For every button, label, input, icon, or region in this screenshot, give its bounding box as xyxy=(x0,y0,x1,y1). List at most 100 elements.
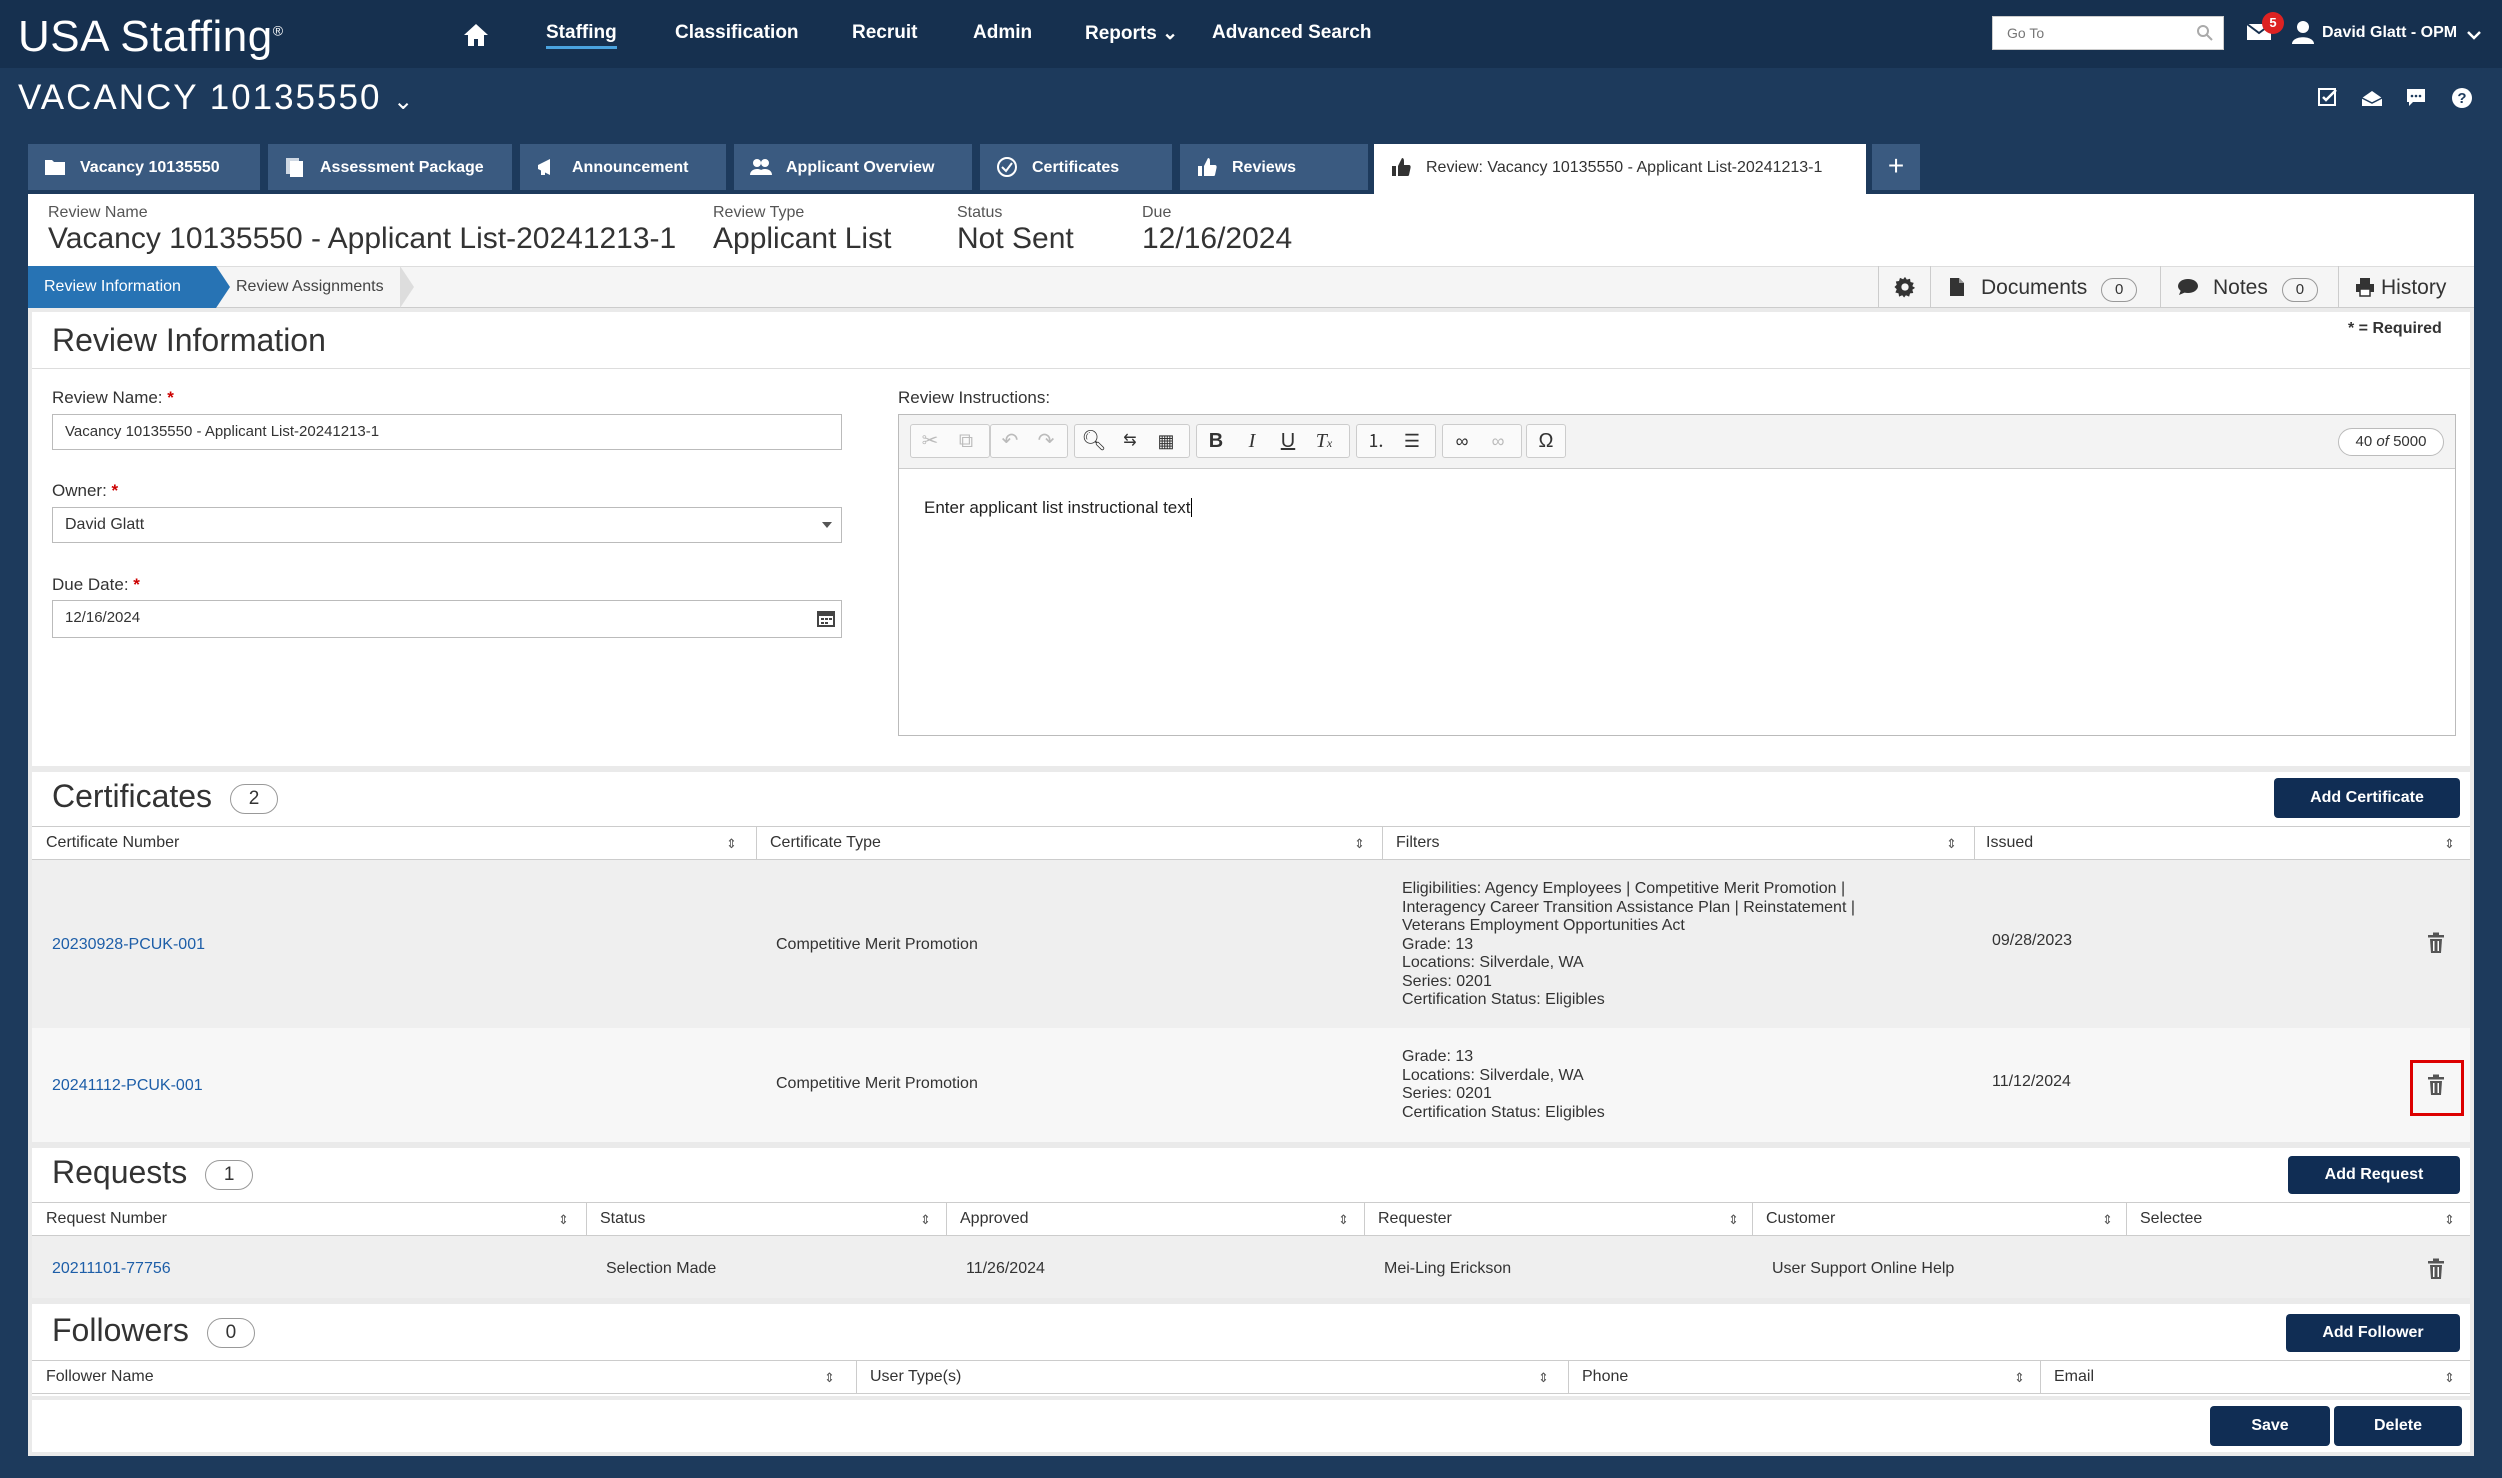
followers-table-header xyxy=(32,1360,2470,1394)
nav-reports[interactable]: Reports ⌄ xyxy=(1085,22,1178,45)
link-icon[interactable]: ∞ xyxy=(1444,424,1480,458)
usa-staffing-logo[interactable]: USA Staffing® xyxy=(18,12,284,62)
column-status[interactable]: Status xyxy=(600,1210,645,1228)
help-icon[interactable]: ? xyxy=(2450,86,2474,110)
home-icon[interactable] xyxy=(462,22,490,48)
sort-icon[interactable]: ⇕ xyxy=(1538,1370,1549,1386)
unlink-icon[interactable]: ∞ xyxy=(1480,424,1516,458)
notes-button[interactable]: Notes 0 xyxy=(2160,266,2338,308)
sort-icon[interactable]: ⇕ xyxy=(2444,1370,2455,1386)
calendar-icon[interactable] xyxy=(816,608,836,628)
tab-reviews[interactable]: Reviews xyxy=(1180,144,1368,190)
trash-icon[interactable] xyxy=(2426,932,2446,954)
cut-icon[interactable]: ✂ xyxy=(912,424,948,458)
instructions-text[interactable]: Enter applicant list instructional text xyxy=(924,498,1193,518)
find-icon[interactable]: 🔍︎ xyxy=(1076,424,1112,458)
add-tab-button[interactable]: + xyxy=(1872,144,1920,190)
sort-icon[interactable]: ⇕ xyxy=(2444,836,2455,852)
nav-classification[interactable]: Classification xyxy=(675,22,799,44)
column-phone[interactable]: Phone xyxy=(1582,1368,1628,1386)
goto-input[interactable]: Go To xyxy=(1992,16,2224,50)
trash-icon[interactable] xyxy=(2426,1258,2446,1280)
checklist-icon[interactable] xyxy=(2316,86,2340,110)
nav-recruit[interactable]: Recruit xyxy=(852,22,917,44)
vacancy-title[interactable]: VACANCY 10135550 ⌄ xyxy=(18,78,415,118)
tab-applicant-overview[interactable]: Applicant Overview xyxy=(734,144,972,190)
column-approved[interactable]: Approved xyxy=(960,1210,1029,1228)
column-filters[interactable]: Filters xyxy=(1396,834,1440,852)
bold-icon[interactable]: B xyxy=(1198,424,1234,458)
certificate-link[interactable]: 20230928-PCUK-001 xyxy=(52,936,205,954)
document-icon xyxy=(1950,278,1964,296)
sort-icon[interactable]: ⇕ xyxy=(1354,836,1365,852)
chevron-down-icon[interactable] xyxy=(2466,30,2482,40)
column-follower-name[interactable]: Follower Name xyxy=(46,1368,154,1386)
underline-icon[interactable]: U xyxy=(1270,424,1306,458)
clear-format-icon[interactable]: Tx xyxy=(1306,424,1342,458)
nav-staffing[interactable]: Staffing xyxy=(546,22,617,49)
sort-icon[interactable]: ⇕ xyxy=(1728,1212,1739,1228)
caret-down-icon xyxy=(822,522,832,528)
column-request-number[interactable]: Request Number xyxy=(46,1210,167,1228)
settings-button[interactable] xyxy=(1878,266,1930,308)
column-requester[interactable]: Requester xyxy=(1378,1210,1452,1228)
column-user-types[interactable]: User Type(s) xyxy=(870,1368,961,1386)
italic-icon[interactable]: I xyxy=(1234,424,1270,458)
delete-button[interactable]: Delete xyxy=(2334,1406,2462,1446)
tab-vacancy[interactable]: Vacancy 10135550 xyxy=(28,144,260,190)
search-icon[interactable] xyxy=(2196,24,2214,42)
history-button[interactable]: History xyxy=(2338,266,2474,308)
trash-icon[interactable] xyxy=(2426,1074,2446,1096)
sort-icon[interactable]: ⇕ xyxy=(726,836,737,852)
sort-icon[interactable]: ⇕ xyxy=(1946,836,1957,852)
nav-advanced-search[interactable]: Advanced Search xyxy=(1212,22,1371,44)
user-icon[interactable] xyxy=(2292,20,2314,44)
request-approved-cell: 11/26/2024 xyxy=(966,1260,1045,1277)
column-selectee[interactable]: Selectee xyxy=(2140,1210,2202,1228)
user-menu[interactable]: David Glatt - OPM xyxy=(2322,24,2457,42)
column-customer[interactable]: Customer xyxy=(1766,1210,1835,1228)
bulleted-list-icon[interactable]: ☰ xyxy=(1394,424,1430,458)
special-character-icon[interactable]: Ω xyxy=(1528,424,1564,458)
sort-icon[interactable]: ⇕ xyxy=(920,1212,931,1228)
request-link[interactable]: 20211101-77756 xyxy=(52,1260,171,1278)
documents-button[interactable]: Documents 0 xyxy=(1930,266,2160,308)
redo-icon[interactable]: ↷ xyxy=(1028,424,1064,458)
tab-announcement[interactable]: Announcement xyxy=(520,144,726,190)
select-all-icon[interactable]: ▦ xyxy=(1148,424,1184,458)
review-name-input[interactable]: Vacancy 10135550 - Applicant List-202412… xyxy=(52,414,842,450)
tab-assessment-package[interactable]: Assessment Package xyxy=(268,144,512,190)
column-certificate-number[interactable]: Certificate Number xyxy=(46,834,179,852)
undo-icon[interactable]: ↶ xyxy=(992,424,1028,458)
tab-certificates[interactable]: Certificates xyxy=(980,144,1172,190)
sort-icon[interactable]: ⇕ xyxy=(2014,1370,2025,1386)
copy-icon[interactable]: ⧉ xyxy=(948,424,984,458)
save-button[interactable]: Save xyxy=(2210,1406,2330,1446)
tab-label: Vacancy 10135550 xyxy=(80,159,220,176)
replace-icon[interactable]: ⇆ xyxy=(1112,424,1148,458)
sort-icon[interactable]: ⇕ xyxy=(2444,1212,2455,1228)
sort-icon[interactable]: ⇕ xyxy=(824,1370,835,1386)
request-requester-cell: Mei-Ling Erickson xyxy=(1384,1260,1512,1277)
inbox-icon[interactable] xyxy=(2360,86,2384,110)
numbered-list-icon[interactable]: ⒈ xyxy=(1358,424,1394,458)
subnav-review-information[interactable]: Review Information xyxy=(28,266,216,308)
column-issued[interactable]: Issued xyxy=(1986,834,2033,852)
gear-icon xyxy=(1893,276,1915,298)
add-follower-button[interactable]: Add Follower xyxy=(2286,1314,2460,1352)
column-email[interactable]: Email xyxy=(2054,1368,2094,1386)
sort-icon[interactable]: ⇕ xyxy=(558,1212,569,1228)
column-divider xyxy=(856,1360,857,1394)
add-request-button[interactable]: Add Request xyxy=(2288,1156,2460,1194)
column-certificate-type[interactable]: Certificate Type xyxy=(770,834,881,852)
sort-icon[interactable]: ⇕ xyxy=(2102,1212,2113,1228)
tab-review-detail[interactable]: Review: Vacancy 10135550 - Applicant Lis… xyxy=(1374,144,1866,194)
subnav-review-assignments[interactable]: Review Assignments xyxy=(236,278,384,296)
add-certificate-button[interactable]: Add Certificate xyxy=(2274,778,2460,818)
due-date-input[interactable]: 12/16/2024 xyxy=(52,600,842,638)
owner-select[interactable]: David Glatt xyxy=(52,507,842,543)
sort-icon[interactable]: ⇕ xyxy=(1338,1212,1349,1228)
certificate-link[interactable]: 20241112-PCUK-001 xyxy=(52,1077,203,1095)
nav-admin[interactable]: Admin xyxy=(973,22,1032,44)
comment-icon[interactable] xyxy=(2404,86,2428,110)
